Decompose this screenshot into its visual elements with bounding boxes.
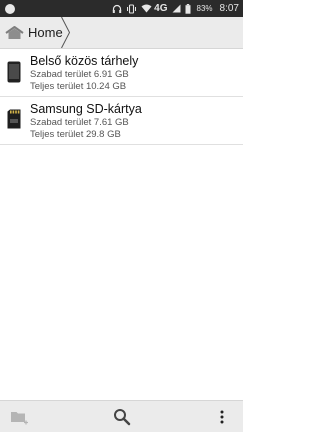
breadcrumb-home[interactable]: Home	[5, 17, 63, 48]
bottom-toolbar	[0, 400, 243, 432]
storage-item-internal[interactable]: Belső közös tárhely Szabad terület 6.91 …	[0, 49, 243, 97]
wifi-icon	[141, 4, 152, 13]
notification-dot-icon	[5, 3, 15, 14]
storage-item-name: Belső közös tárhely	[30, 54, 139, 68]
search-button[interactable]	[110, 401, 134, 432]
status-left	[5, 3, 15, 14]
vibrate-icon	[127, 3, 137, 14]
home-icon	[5, 25, 24, 39]
more-vertical-icon	[220, 410, 224, 423]
battery-percent: 83%	[196, 4, 213, 13]
storage-item-free: Szabad terület 6.91 GB	[30, 69, 129, 80]
network-type: 4G	[154, 3, 168, 14]
new-folder-icon	[11, 411, 28, 424]
storage-list: Belső közös tárhely Szabad terület 6.91 …	[0, 49, 243, 145]
storage-item-text: Samsung SD-kártya Szabad terület 7.61 GB…	[30, 102, 142, 141]
headphones-icon	[112, 4, 122, 13]
new-folder-button[interactable]	[8, 401, 32, 432]
chevron-separator-icon	[61, 17, 71, 48]
status-bar: 4G 83% 8:07	[0, 0, 243, 17]
storage-item-text: Belső közös tárhely Szabad terület 6.91 …	[30, 54, 138, 93]
storage-item-total: Teljes terület 10.24 GB	[30, 81, 127, 92]
storage-item-name: Samsung SD-kártya	[30, 102, 142, 116]
breadcrumb: Home	[0, 17, 243, 49]
status-right: 4G 83% 8:07	[112, 3, 239, 14]
storage-item-total: Teljes terület 29.8 GB	[30, 129, 121, 140]
battery-icon	[185, 3, 191, 14]
breadcrumb-home-label: Home	[28, 25, 63, 40]
overflow-menu-button[interactable]	[212, 401, 232, 432]
sd-card-icon	[7, 109, 21, 129]
search-icon	[114, 408, 131, 425]
storage-item-free: Szabad terület 7.61 GB	[30, 117, 129, 128]
screen: 4G 83% 8:07 Home Belső közös tárhely Sza…	[0, 0, 243, 432]
phone-icon	[7, 61, 21, 83]
clock: 8:07	[219, 3, 239, 14]
cell-signal-icon	[172, 4, 181, 13]
storage-item-sd-card[interactable]: Samsung SD-kártya Szabad terület 7.61 GB…	[0, 97, 243, 145]
